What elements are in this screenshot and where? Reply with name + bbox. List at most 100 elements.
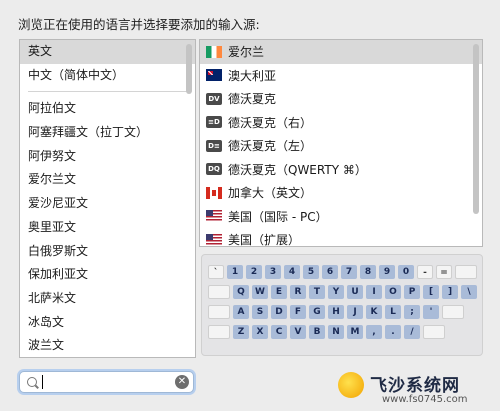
input-source-item[interactable]: 美国（扩展） (200, 228, 482, 246)
keyboard-preview: ` 1 2 3 4 5 6 7 8 9 0- = Q W E R T Y U I O P[] \ A S D F G H J K L; ' Z X C… (201, 254, 483, 356)
input-source-item[interactable]: DQ 德沃夏克（QWERTY ⌘） (200, 158, 482, 182)
keyboard-key: [ (423, 285, 439, 299)
keyboard-key: ' (423, 305, 439, 319)
input-source-item[interactable]: D≡ 德沃夏克（左） (200, 134, 482, 158)
keyboard-key-blank (208, 305, 230, 319)
input-source-label: 德沃夏克（QWERTY ⌘） (228, 162, 367, 177)
input-source-label: 爱尔兰 (228, 45, 265, 60)
flag-ireland-icon (206, 45, 222, 58)
keyboard-key: \ (461, 285, 477, 299)
input-source-item[interactable]: 爱尔兰 (200, 40, 482, 64)
language-list-scrollbar[interactable] (186, 44, 192, 94)
keyboard-key: H (328, 305, 344, 319)
input-source-item[interactable]: 加拿大（英文） (200, 181, 482, 205)
keyboard-row: ` 1 2 3 4 5 6 7 8 9 0- = (208, 265, 480, 279)
keyboard-key: X (252, 325, 268, 339)
keyboard-row: Z X C V B N M,. / (208, 325, 448, 339)
language-item[interactable]: 中文（简体中文） (20, 64, 195, 88)
dv-right-icon: ≡D (206, 116, 222, 129)
keyboard-key: 9 (379, 265, 395, 279)
language-item[interactable]: 冰岛文 (20, 311, 195, 335)
keyboard-key: M (347, 325, 363, 339)
keyboard-key: Y (328, 285, 344, 299)
input-source-label: 德沃夏克 (228, 92, 277, 107)
keyboard-key: . (385, 325, 401, 339)
list-divider (28, 91, 187, 93)
dq-icon: DQ (206, 163, 222, 176)
input-source-label: 澳大利亚 (228, 68, 277, 83)
input-source-item[interactable]: 澳大利亚 (200, 64, 482, 88)
input-source-item[interactable]: 美国（国际 - PC） (200, 205, 482, 229)
clear-search-icon[interactable]: ✕ (175, 375, 189, 389)
language-item[interactable]: 阿伊努文 (20, 145, 195, 169)
language-item[interactable]: 波兰文 (20, 334, 195, 357)
keyboard-key: ] (442, 285, 458, 299)
keyboard-key-blank (442, 305, 464, 319)
dv-icon: DV (206, 92, 222, 105)
keyboard-row: A S D F G H J K L; ' (208, 305, 467, 319)
language-item[interactable]: 爱沙尼亚文 (20, 192, 195, 216)
search-input[interactable] (42, 374, 172, 390)
keyboard-key-blank (455, 265, 477, 279)
watermark-title: 飞沙系统网 (370, 376, 460, 396)
language-item[interactable]: 白俄罗斯文 (20, 240, 195, 264)
input-source-item[interactable]: DV 德沃夏克 (200, 87, 482, 111)
flag-usa-icon (206, 233, 222, 246)
keyboard-key: L (385, 305, 401, 319)
keyboard-key: A (233, 305, 249, 319)
keyboard-key: 6 (322, 265, 338, 279)
input-source-list[interactable]: 爱尔兰澳大利亚 DV 德沃夏克 ≡D 德沃夏克（右） D≡ 德沃夏克（左） DQ 德沃夏克（QW… (199, 39, 483, 247)
keyboard-key: B (309, 325, 325, 339)
keyboard-key: 2 (246, 265, 262, 279)
input-source-label: 德沃夏克（左） (228, 139, 313, 154)
keyboard-key-blank (423, 325, 445, 339)
input-source-label: 德沃夏克（右） (228, 115, 313, 130)
language-list[interactable]: 英文 中文（简体中文） 阿拉伯文 阿塞拜疆文（拉丁文） 阿伊努文 爱尔兰文 爱沙尼亚文 奥里亚… (19, 39, 196, 358)
keyboard-key: = (436, 265, 452, 279)
input-source-label: 加拿大（英文） (228, 186, 313, 201)
keyboard-key: Q (233, 285, 249, 299)
keyboard-key: O (385, 285, 401, 299)
keyboard-key: W (252, 285, 268, 299)
keyboard-key-blank (208, 325, 230, 339)
keyboard-key: D (271, 305, 287, 319)
keyboard-key: Z (233, 325, 249, 339)
search-icon (27, 377, 37, 387)
keyboard-key: 4 (284, 265, 300, 279)
input-source-label: 美国（国际 - PC） (228, 209, 328, 224)
keyboard-key: 3 (265, 265, 281, 279)
language-item[interactable]: 英文 (20, 40, 195, 64)
keyboard-key: 1 (227, 265, 243, 279)
keyboard-key: ; (404, 305, 420, 319)
keyboard-key: R (290, 285, 306, 299)
keyboard-key-blank (208, 285, 230, 299)
language-item[interactable]: 爱尔兰文 (20, 168, 195, 192)
language-item[interactable]: 北萨米文 (20, 287, 195, 311)
keyboard-key: P (404, 285, 420, 299)
keyboard-key: E (271, 285, 287, 299)
dv-left-icon: D≡ (206, 139, 222, 152)
keyboard-key: G (309, 305, 325, 319)
keyboard-key: V (290, 325, 306, 339)
flag-canada-icon (206, 186, 222, 199)
watermark-logo-icon (338, 372, 364, 398)
input-source-item[interactable]: ≡D 德沃夏克（右） (200, 111, 482, 135)
keyboard-key: S (252, 305, 268, 319)
keyboard-key: F (290, 305, 306, 319)
keyboard-key: C (271, 325, 287, 339)
keyboard-key: T (309, 285, 325, 299)
search-field[interactable]: ✕ (19, 371, 194, 393)
keyboard-key: J (347, 305, 363, 319)
keyboard-key: K (366, 305, 382, 319)
keyboard-key: 8 (360, 265, 376, 279)
language-item[interactable]: 阿拉伯文 (20, 97, 195, 121)
keyboard-row: Q W E R T Y U I O P[] \ (208, 285, 480, 299)
watermark-url: www.fs0745.com (382, 394, 468, 405)
keyboard-key: ` (208, 265, 224, 279)
language-item[interactable]: 奥里亚文 (20, 216, 195, 240)
language-item[interactable]: 阿塞拜疆文（拉丁文） (20, 121, 195, 145)
input-source-list-scrollbar[interactable] (473, 44, 479, 214)
keyboard-key: I (366, 285, 382, 299)
language-item[interactable]: 保加利亚文 (20, 263, 195, 287)
flag-usa-icon (206, 210, 222, 223)
